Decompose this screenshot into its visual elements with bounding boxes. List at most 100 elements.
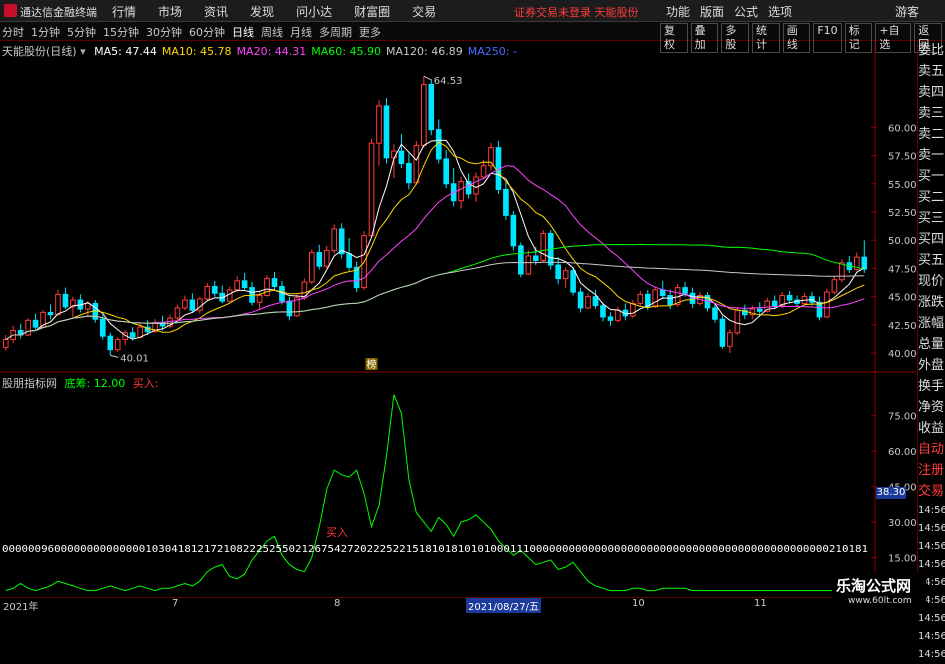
sidebar-item[interactable]: 14:56: [918, 646, 945, 664]
period-tab[interactable]: 分时: [2, 24, 24, 40]
indicator-signal: 买入:: [132, 377, 159, 390]
y-tick-label: 57.50: [888, 152, 916, 163]
high-label: 64.53: [434, 76, 463, 87]
main-legend: 天能股份(日线) ▾ MA5: 47.44 MA10: 45.78 MA20: 44…: [2, 43, 517, 59]
kline-chart[interactable]: 60.00 57.50 55.00 52.50 50.00 47.50 45.00 42.50…: [0, 40, 917, 597]
menu-item[interactable]: 行情: [112, 3, 136, 20]
candle-body: [652, 289, 659, 308]
candle-body: [2, 339, 9, 348]
ma-legend-item: MA10: 45.78: [161, 45, 232, 58]
candle-body: [241, 280, 248, 289]
candle-body: [570, 270, 576, 293]
menu-item[interactable]: 问小达: [296, 3, 332, 20]
buy-signal-label: 买入: [326, 526, 348, 539]
indicator-y-tick-label: 75.00: [888, 412, 916, 423]
menu-item[interactable]: 功能: [666, 3, 690, 20]
candle-body: [406, 162, 412, 184]
candle-body: [630, 302, 636, 317]
sidebar-item[interactable]: 涨幅: [918, 313, 945, 334]
dropdown-icon[interactable]: ▾: [80, 45, 86, 58]
menu-item[interactable]: 选项: [768, 3, 792, 20]
candle-body: [824, 291, 830, 318]
sidebar-item[interactable]: 买五: [918, 250, 945, 271]
candle-body: [771, 300, 778, 307]
period-tab[interactable]: 更多: [359, 24, 381, 40]
cursor-date-label: 2021/08/27/五: [466, 598, 542, 613]
sidebar-item[interactable]: 买三: [918, 208, 945, 229]
ma10-line: [5, 141, 865, 340]
sidebar-item[interactable]: 换手: [918, 376, 945, 397]
candle-body: [839, 262, 845, 281]
period-tab[interactable]: 30分钟: [146, 24, 182, 40]
candle-body: [383, 105, 390, 159]
menu-item[interactable]: 交易: [412, 3, 436, 20]
candle-body: [286, 300, 293, 317]
guest-button[interactable]: 游客: [895, 3, 919, 20]
sidebar-item[interactable]: 14:56: [918, 610, 945, 628]
menu-item[interactable]: 资讯: [204, 3, 228, 20]
menu-item[interactable]: 版面: [700, 3, 724, 20]
sidebar-item[interactable]: 14:56: [918, 538, 945, 556]
menu-item[interactable]: 发现: [250, 3, 274, 20]
sidebar-item[interactable]: 卖五: [918, 61, 945, 82]
period-tab[interactable]: 15分钟: [103, 24, 139, 40]
ma-legend-item: MA20: 44.31: [236, 45, 307, 58]
menu-item[interactable]: 财富圈: [354, 3, 390, 20]
candle-body: [786, 295, 793, 301]
sidebar-item[interactable]: 卖二: [918, 124, 945, 145]
watermark-title: 乐淘公式网: [836, 577, 912, 595]
sidebar-item[interactable]: 14:56: [918, 502, 945, 520]
chart-area[interactable]: 60.00 57.50 55.00 52.50 50.00 47.50 45.00 42.50…: [0, 40, 917, 600]
candle-body: [480, 165, 487, 178]
period-tab[interactable]: 多周期: [319, 24, 352, 40]
candle-body: [607, 316, 614, 321]
sidebar-item[interactable]: 14:56: [918, 556, 945, 574]
sidebar-item[interactable]: 交易: [918, 481, 945, 502]
period-tab[interactable]: 5分钟: [67, 24, 96, 40]
sidebar-item[interactable]: 14:56: [918, 520, 945, 538]
candle-body: [592, 296, 599, 307]
candle-body: [420, 83, 427, 146]
sidebar-item[interactable]: 现价: [918, 271, 945, 292]
sidebar-item[interactable]: 卖三: [918, 103, 945, 124]
period-tab[interactable]: 日线: [232, 24, 254, 40]
sidebar-item[interactable]: 收益: [918, 418, 945, 439]
sidebar-item[interactable]: 卖一: [918, 145, 945, 166]
candle-body: [331, 228, 338, 251]
sidebar-item[interactable]: 买一: [918, 166, 945, 187]
sidebar-item[interactable]: 14:56: [918, 628, 945, 646]
indicator-digits-row: 0000009600000000000000103041812172108222…: [2, 544, 868, 555]
y-tick-label: 45.00: [888, 293, 916, 304]
menu-item[interactable]: 市场: [158, 3, 182, 20]
menu-item[interactable]: 公式: [734, 3, 758, 20]
candle-body: [189, 299, 196, 311]
candle-body: [861, 256, 868, 270]
candle-body: [107, 335, 114, 351]
sidebar-item[interactable]: 注册: [918, 460, 945, 481]
sidebar-item[interactable]: 卖四: [918, 82, 945, 103]
period-tab[interactable]: 周线: [261, 24, 283, 40]
indicator-param: 底筹: 12.00: [64, 377, 126, 390]
sidebar-item[interactable]: 总量: [918, 334, 945, 355]
y-tick-label: 42.50: [888, 321, 916, 332]
sidebar-item[interactable]: 涨跌: [918, 292, 945, 313]
sidebar-item[interactable]: 净资: [918, 397, 945, 418]
current-indicator-value: 38.30: [876, 487, 906, 499]
sidebar-item[interactable]: 自动: [918, 439, 945, 460]
sidebar-item[interactable]: 买四: [918, 229, 945, 250]
y-tick-label: 40.00: [888, 349, 916, 360]
candle-body: [182, 299, 188, 309]
sidebar-item[interactable]: 委比: [918, 40, 945, 61]
period-tab[interactable]: 1分钟: [31, 24, 60, 40]
stock-label: 天能股份(日线): [2, 45, 77, 58]
candle-body: [137, 326, 143, 338]
period-tab[interactable]: 60分钟: [189, 24, 225, 40]
period-tab[interactable]: 月线: [290, 24, 312, 40]
sidebar-item[interactable]: 外盘: [918, 355, 945, 376]
candle-body: [682, 287, 688, 294]
candle-body: [532, 255, 539, 262]
candle-body: [540, 232, 547, 262]
ma-legend-item: MA120: 46.89: [386, 45, 463, 58]
sidebar-item[interactable]: 买二: [918, 187, 945, 208]
date-axis: 2021年 7 8 2021/08/27/五 10 11: [0, 597, 916, 613]
